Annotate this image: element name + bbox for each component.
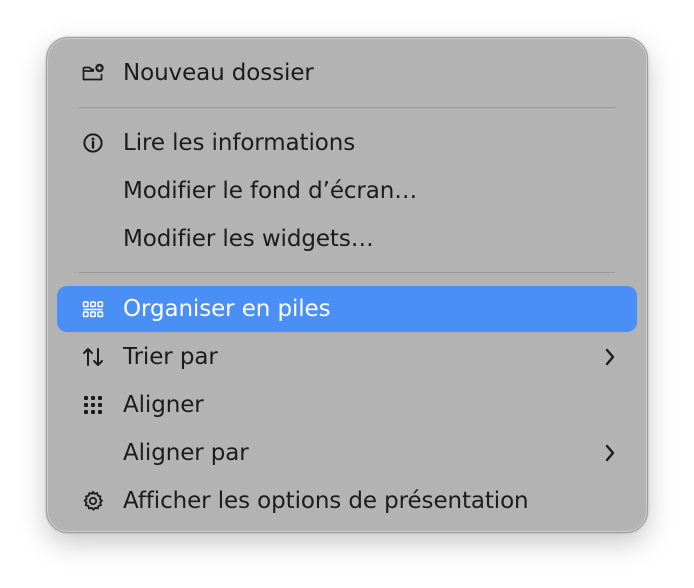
new-folder-icon: [82, 63, 104, 81]
menu-separator: [79, 107, 615, 108]
menu-item-sort-by[interactable]: Trier par: [57, 334, 637, 380]
menu-item-change-wallpaper[interactable]: Modifier le fond d’écran…: [57, 168, 637, 214]
info-icon: [83, 133, 103, 153]
menu-item-edit-widgets[interactable]: Modifier les widgets…: [57, 216, 637, 262]
menu-item-show-view-options[interactable]: Afficher les options de présentation: [57, 478, 637, 524]
stacks-icon: [82, 301, 104, 318]
menu-item-use-stacks[interactable]: Organiser en piles: [57, 286, 637, 332]
menu-item-label: Trier par: [123, 344, 218, 370]
menu-item-label: Modifier les widgets…: [123, 226, 374, 252]
context-menu: Nouveau dossier Lire les informations Mo…: [46, 37, 648, 533]
menu-item-clean-up[interactable]: Aligner: [57, 382, 637, 428]
menu-item-clean-up-by[interactable]: Aligner par: [57, 430, 637, 476]
sort-arrows-icon: [83, 348, 103, 366]
menu-item-label: Lire les informations: [123, 130, 356, 156]
menu-item-label: Modifier le fond d’écran…: [123, 178, 418, 204]
chevron-right-icon: [605, 348, 615, 366]
menu-item-get-info[interactable]: Lire les informations: [57, 120, 637, 166]
chevron-right-icon: [605, 444, 615, 462]
gear-icon: [83, 490, 103, 511]
menu-item-label: Nouveau dossier: [123, 60, 314, 86]
grid-icon: [84, 396, 102, 414]
menu-item-label: Afficher les options de présentation: [123, 488, 529, 514]
menu-item-label: Aligner: [123, 392, 204, 418]
menu-separator: [79, 272, 615, 273]
menu-item-label: Aligner par: [123, 440, 249, 466]
menu-item-label: Organiser en piles: [123, 296, 331, 322]
menu-item-new-folder[interactable]: Nouveau dossier: [57, 50, 637, 96]
